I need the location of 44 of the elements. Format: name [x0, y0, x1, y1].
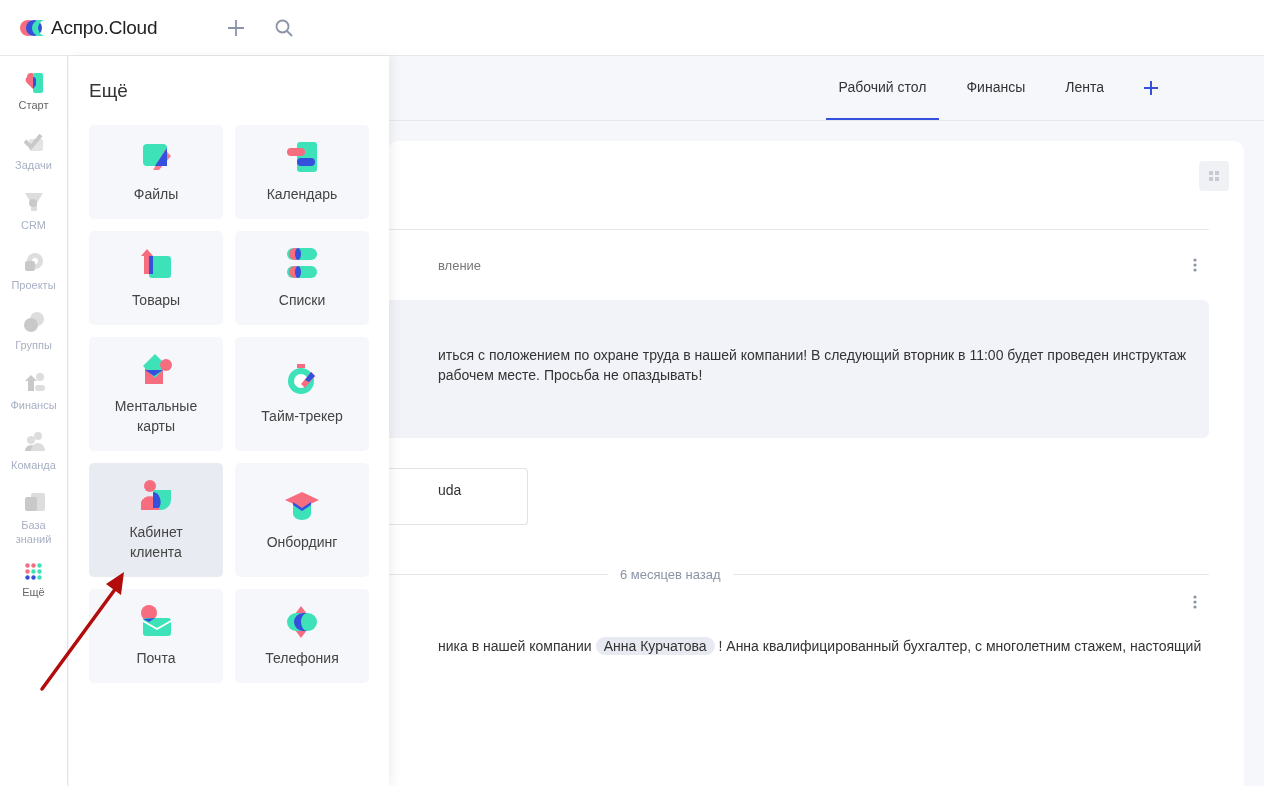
- message-text: рабочем месте. Просьба не опаздывать!: [438, 366, 704, 385]
- attachment-name: uda: [438, 482, 462, 498]
- app-icon: [285, 604, 319, 638]
- post-text: ! Анна квалифицированный бухгалтер, с многолетним стажем, настоящий: [718, 638, 1202, 654]
- date-separator: 6 месяцев назад: [619, 567, 722, 582]
- app-icon: [285, 140, 319, 174]
- app-tile[interactable]: Ментальные карты: [89, 337, 223, 451]
- app-tile[interactable]: Телефония: [235, 589, 369, 683]
- app-tile[interactable]: Кабинет клиента: [89, 463, 223, 577]
- mention-tag[interactable]: Анна Курчатова: [595, 637, 715, 655]
- logo-icon: [20, 18, 46, 37]
- plus-icon[interactable]: [227, 18, 245, 37]
- app-tile[interactable]: Почта: [89, 589, 223, 683]
- app-icon: [139, 478, 173, 512]
- app-tile[interactable]: Тайм-трекер: [235, 337, 369, 451]
- more-options-icon[interactable]: [1193, 258, 1197, 272]
- add-tab-icon[interactable]: [1143, 80, 1159, 96]
- rail-item[interactable]: Старт: [1, 71, 66, 131]
- more-options-icon[interactable]: [1193, 595, 1197, 609]
- logo-text[interactable]: Аспро.Cloud: [51, 16, 227, 39]
- app-icon: [139, 604, 173, 638]
- post-type-text: вление: [438, 257, 482, 273]
- tab[interactable]: Лента: [1052, 56, 1117, 120]
- tab[interactable]: Финансы: [953, 56, 1039, 120]
- rail-icon: [22, 191, 45, 213]
- rail-icon: [22, 311, 45, 333]
- search-icon[interactable]: [275, 18, 293, 37]
- app-tile[interactable]: Онбординг: [235, 463, 369, 577]
- post-text: ника в нашей компании: [438, 638, 592, 654]
- rail-item[interactable]: Ещё: [1, 563, 66, 623]
- rail-icon: [22, 251, 45, 273]
- app-tile[interactable]: Товары: [89, 231, 223, 325]
- rail-icon: [22, 491, 45, 513]
- app-tile[interactable]: Файлы: [89, 125, 223, 219]
- grid-icon: [1209, 171, 1219, 181]
- apps-grid-icon: [25, 563, 42, 580]
- rail-icon: [22, 131, 45, 153]
- panel-title: Ещё: [89, 80, 129, 102]
- message-text: иться с положением по охране труда в нашей компании! В следующий вторник в 11:00 будет проведен инструктаж: [438, 346, 1188, 365]
- app-icon: [285, 246, 319, 280]
- rail-icon: [22, 431, 45, 453]
- app-tile[interactable]: Календарь: [235, 125, 369, 219]
- tab[interactable]: Рабочий стол: [825, 56, 940, 120]
- app-tile[interactable]: Списки: [235, 231, 369, 325]
